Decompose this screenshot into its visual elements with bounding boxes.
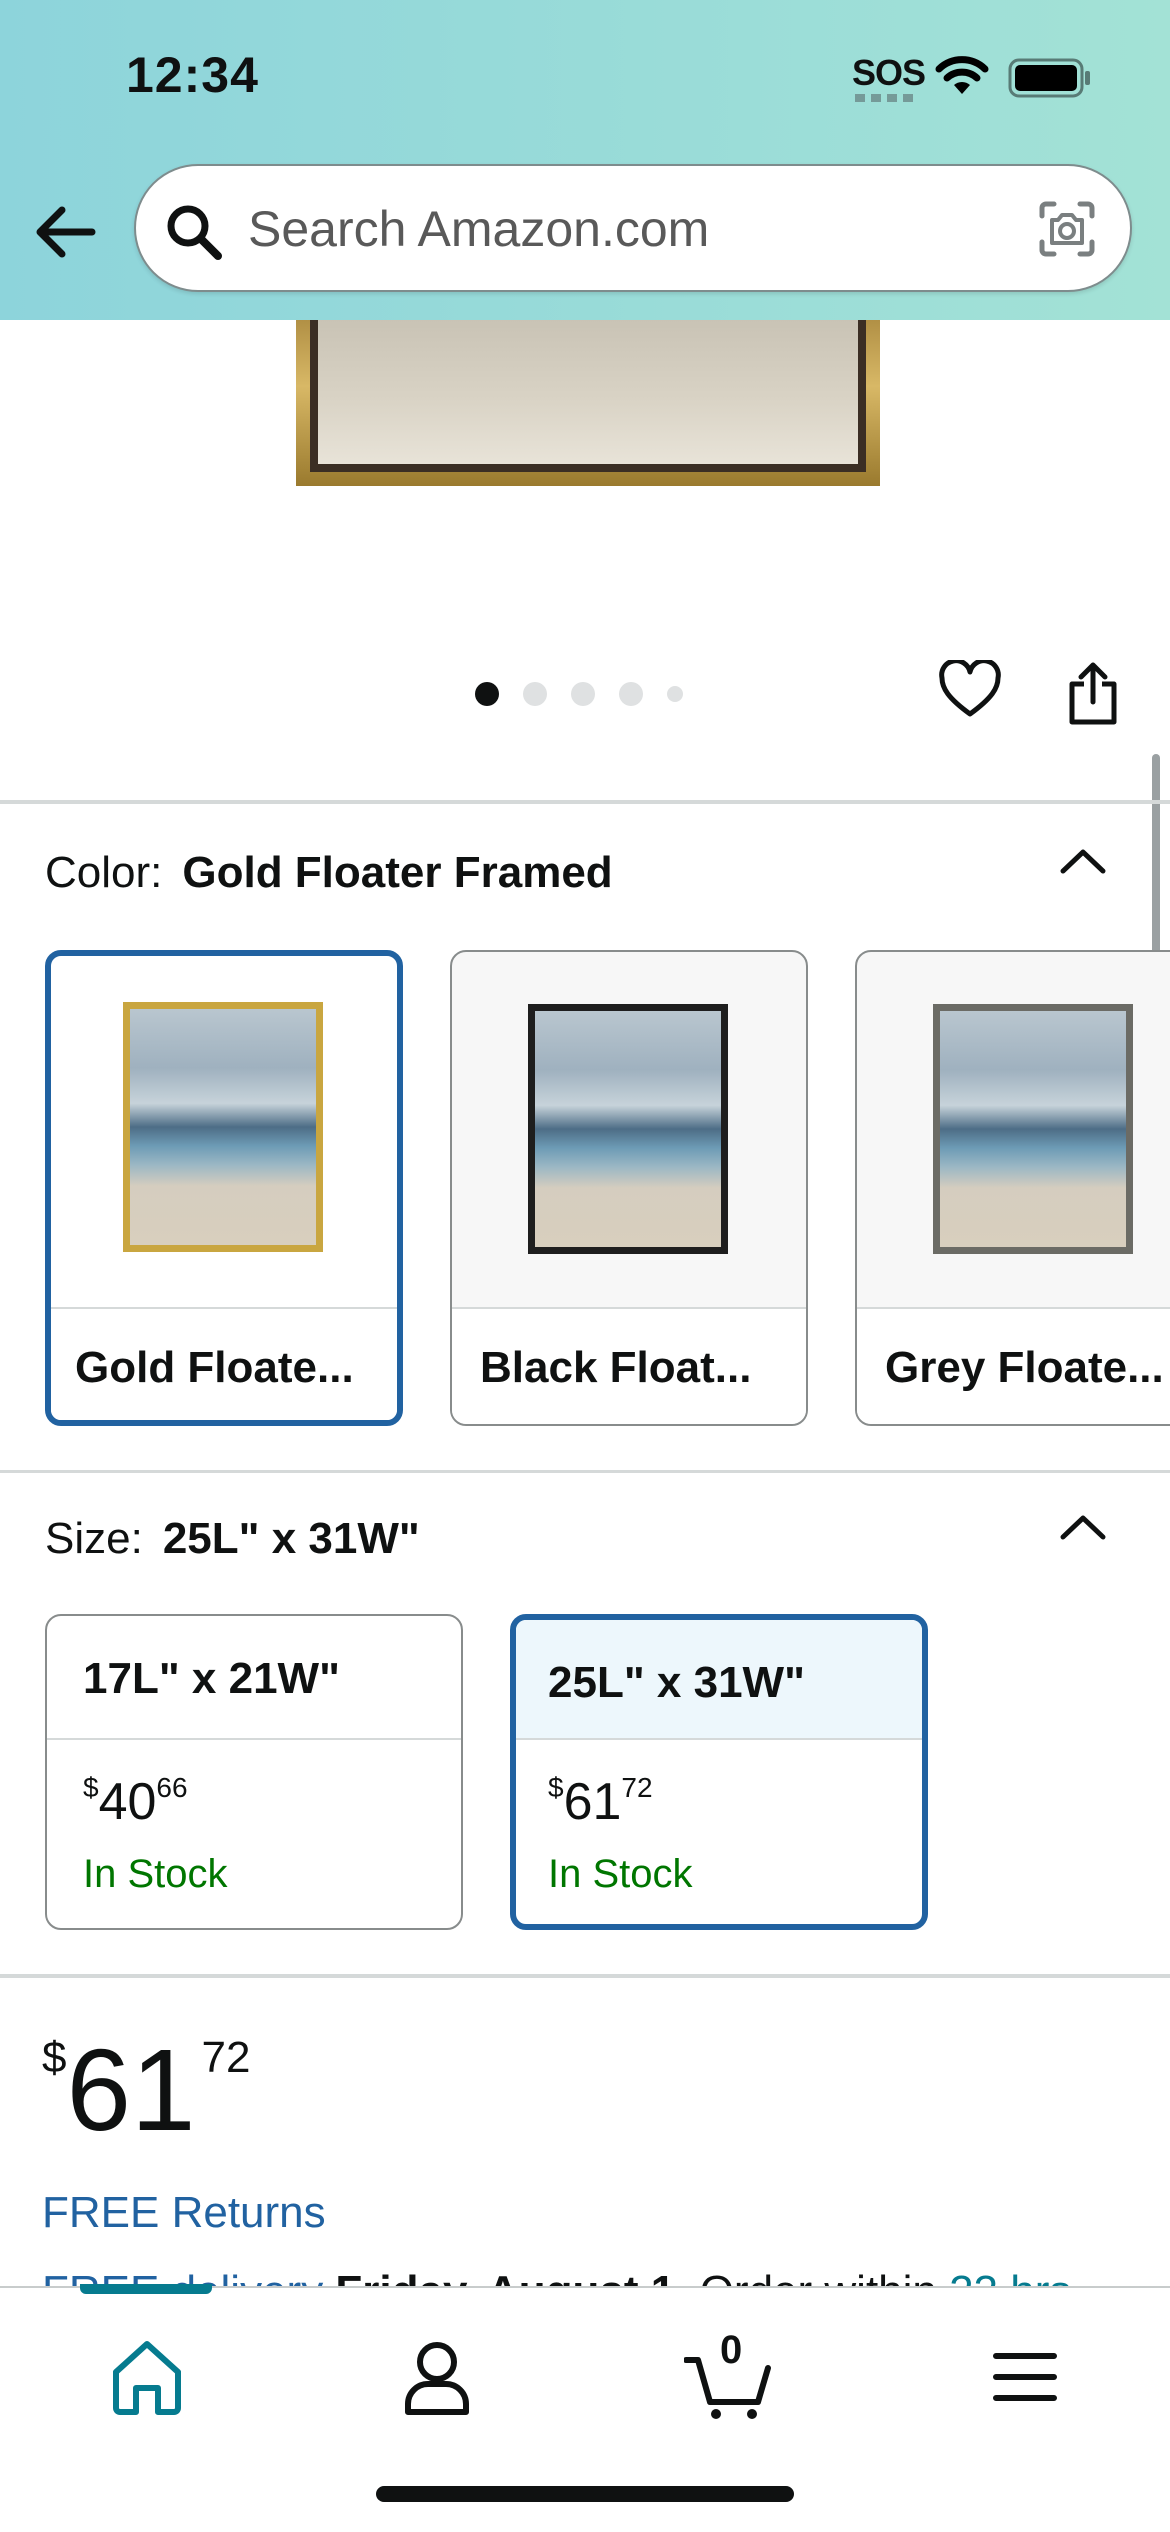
camera-scan-icon[interactable] (1038, 200, 1096, 258)
cart-count: 0 (720, 2328, 743, 2372)
price-currency: $ (548, 1772, 564, 1803)
size-option-25x31[interactable]: 25L" x 31W" $6172 In Stock (510, 1614, 928, 1930)
carousel-dot[interactable] (667, 686, 683, 702)
selected-color-value: Gold Floater Framed (182, 848, 613, 897)
chevron-up-icon[interactable] (1058, 846, 1108, 876)
product-image-area[interactable] (0, 320, 1170, 1016)
wifi-icon (935, 56, 989, 94)
carousel-dot[interactable] (523, 682, 547, 706)
price-currency: $ (83, 1772, 99, 1803)
swatch-thumbnail (452, 952, 806, 1307)
search-icon (167, 205, 222, 260)
cart-button[interactable]: 0 (683, 2328, 774, 2422)
header: 12:34 SOS (0, 0, 1170, 320)
carousel-dot[interactable] (475, 682, 499, 706)
section-divider (0, 800, 1170, 804)
back-arrow-icon[interactable] (30, 196, 102, 268)
section-divider (0, 1470, 1170, 1473)
size-option-price: $6172 (548, 1772, 653, 1832)
price-cents: 72 (621, 1772, 653, 1803)
chevron-up-icon[interactable] (1058, 1512, 1108, 1542)
free-returns-link[interactable]: FREE Returns (42, 2188, 326, 2238)
share-icon[interactable] (1066, 662, 1120, 726)
image-carousel-dots[interactable] (475, 682, 683, 706)
home-icon[interactable] (102, 2332, 192, 2422)
section-divider (0, 1974, 1170, 1978)
size-label: Size: 25L" x 31W" (45, 1514, 420, 1564)
product-price: $61 72 (42, 2032, 250, 2148)
size-option-name: 17L" x 21W" (47, 1616, 461, 1740)
gold-frame-image (123, 1002, 323, 1252)
heart-icon[interactable] (938, 660, 1002, 720)
stock-status: In Stock (83, 1852, 228, 1896)
color-label-text: Color: (45, 848, 163, 897)
swatch-caption: Black Float... (452, 1307, 806, 1424)
color-option-gold[interactable]: Gold Floate... (45, 950, 403, 1426)
stock-status: In Stock (548, 1852, 693, 1896)
black-frame-image (528, 1004, 728, 1254)
carousel-dot[interactable] (619, 682, 643, 706)
menu-icon[interactable] (980, 2332, 1070, 2422)
price-dollars: 40 (98, 1773, 157, 1831)
search-input[interactable] (248, 196, 998, 262)
size-option-name: 25L" x 31W" (516, 1620, 922, 1740)
active-tab-indicator (80, 2284, 212, 2294)
price-cents: 66 (156, 1772, 188, 1803)
size-label-text: Size: (45, 1514, 143, 1563)
price-currency: $ (42, 2033, 67, 2082)
swatch-caption: Grey Floate... (857, 1307, 1170, 1424)
home-indicator (376, 2486, 794, 2502)
price-dollars: 61 (66, 2025, 196, 2155)
color-label: Color: Gold Floater Framed (45, 848, 613, 898)
sos-dots (855, 94, 913, 102)
status-time: 12:34 (126, 47, 259, 103)
carousel-dot[interactable] (571, 682, 595, 706)
selected-size-value: 25L" x 31W" (162, 1514, 420, 1563)
color-option-black[interactable]: Black Float... (450, 950, 808, 1426)
account-icon[interactable] (392, 2332, 482, 2422)
grey-frame-image (933, 1004, 1133, 1254)
color-option-grey[interactable]: Grey Floate... (855, 950, 1170, 1426)
price-dollars: 61 (563, 1773, 622, 1831)
size-option-17x21[interactable]: 17L" x 21W" $4066 In Stock (45, 1614, 463, 1930)
search-bar[interactable] (134, 164, 1132, 292)
battery-icon (1008, 58, 1090, 98)
swatch-caption: Gold Floate... (51, 1307, 397, 1420)
swatch-thumbnail (51, 956, 397, 1311)
swatch-thumbnail (857, 952, 1170, 1307)
price-cents: 72 (201, 2033, 251, 2082)
product-image[interactable] (296, 320, 880, 486)
sos-indicator: SOS (852, 52, 926, 93)
size-option-price: $4066 (83, 1772, 188, 1832)
